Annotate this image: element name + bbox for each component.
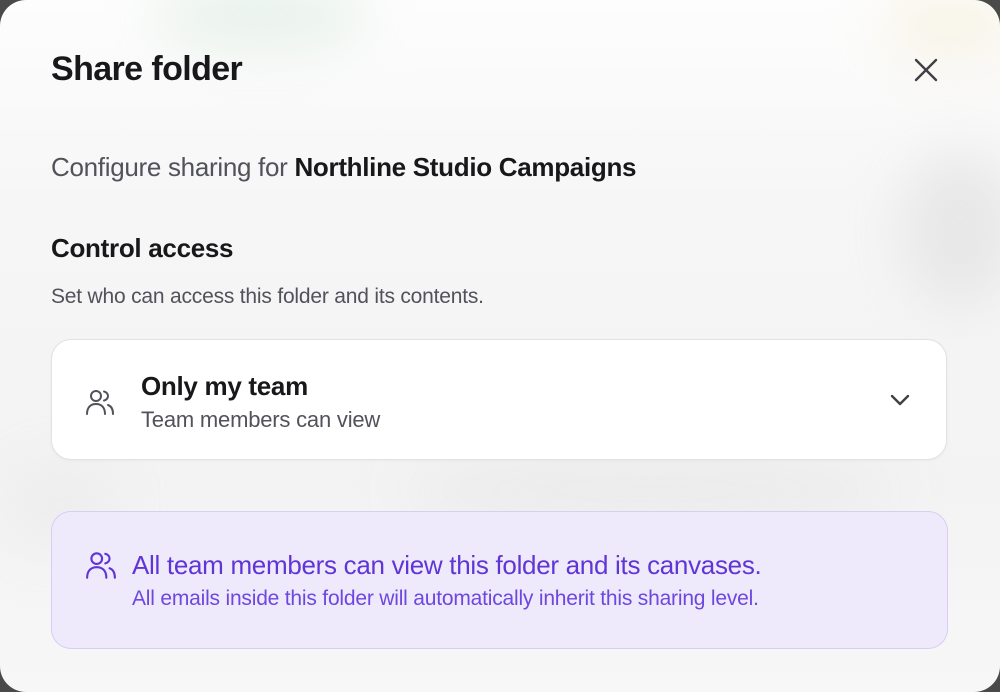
selected-access-description: Team members can view [141, 407, 381, 432]
dialog-subtitle: Configure sharing for Northline Studio C… [51, 152, 637, 183]
section-heading: Control access [51, 233, 234, 263]
dialog-title: Share folder [51, 50, 243, 88]
subtitle-prefix: Configure sharing for [51, 152, 288, 182]
share-folder-dialog: Share folder Configure sharing for North… [0, 0, 1000, 692]
section-description: Set who can access this folder and its c… [51, 285, 484, 308]
selected-access-label: Only my team [141, 371, 308, 401]
notice-message: All emails inside this folder will autom… [132, 587, 759, 610]
background-blur [900, 150, 1000, 310]
folder-name: Northline Studio Campaigns [294, 152, 637, 182]
sharing-notice: All team members can view this folder an… [51, 511, 948, 649]
team-icon [85, 549, 117, 581]
team-icon [85, 387, 115, 417]
background-blur [880, 0, 1000, 60]
close-icon [914, 58, 938, 82]
close-button[interactable] [906, 52, 946, 88]
background-blur [150, 0, 370, 50]
notice-title: All team members can view this folder an… [132, 550, 762, 580]
chevron-down-icon [888, 390, 912, 410]
access-level-select[interactable]: Only my team Team members can view [51, 339, 947, 460]
